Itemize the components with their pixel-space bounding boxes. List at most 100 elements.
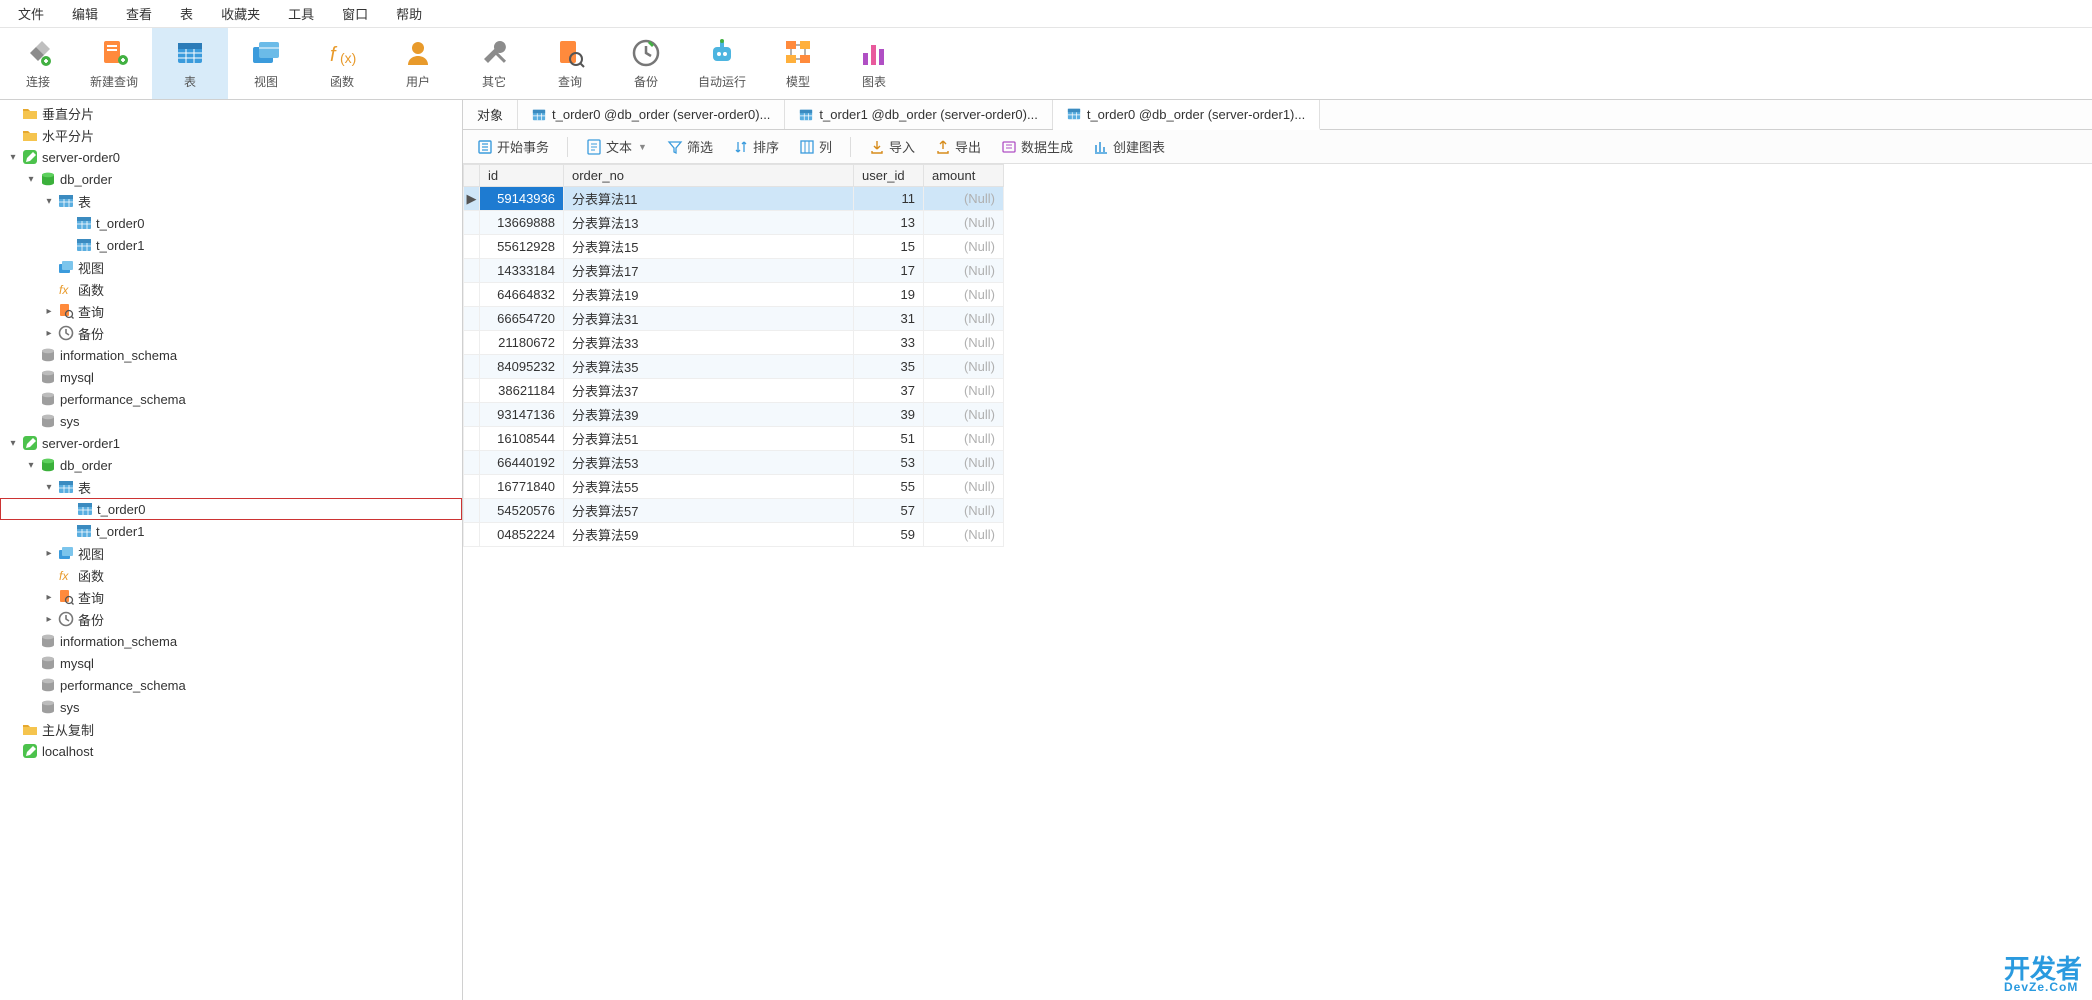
cell[interactable]: 21180672	[480, 331, 564, 355]
cell[interactable]: 59	[854, 523, 924, 547]
expand-icon[interactable]: ▾	[24, 172, 38, 186]
table-row[interactable]: 16108544分表算法5151(Null)	[464, 427, 1004, 451]
cell[interactable]: 54520576	[480, 499, 564, 523]
cell[interactable]: 64664832	[480, 283, 564, 307]
tree-item[interactable]: t_order0	[0, 212, 462, 234]
cell[interactable]: 04852224	[480, 523, 564, 547]
cell[interactable]: 31	[854, 307, 924, 331]
table-row[interactable]: 66654720分表算法3131(Null)	[464, 307, 1004, 331]
cell[interactable]: 16108544	[480, 427, 564, 451]
expand-icon[interactable]: ▾	[6, 436, 20, 450]
cell[interactable]: 15	[854, 235, 924, 259]
tree-item[interactable]: mysql	[0, 652, 462, 674]
tree-item[interactable]: t_order1	[0, 234, 462, 256]
menu-5[interactable]: 工具	[274, 0, 328, 27]
tree-item[interactable]: 主从复制	[0, 718, 462, 740]
cell[interactable]: 93147136	[480, 403, 564, 427]
expand-icon[interactable]: ▾	[24, 458, 38, 472]
tree-item[interactable]: ▾表	[0, 190, 462, 212]
tree-item[interactable]: ▸查询	[0, 300, 462, 322]
tool-query[interactable]: 查询	[532, 28, 608, 99]
cell[interactable]: 57	[854, 499, 924, 523]
cell[interactable]: 分表算法19	[564, 283, 854, 307]
export-button[interactable]: 导出	[929, 135, 987, 158]
tab[interactable]: t_order1 @db_order (server-order0)...	[785, 100, 1052, 129]
cell[interactable]: 35	[854, 355, 924, 379]
cell[interactable]: 13669888	[480, 211, 564, 235]
table-row[interactable]: 38621184分表算法3737(Null)	[464, 379, 1004, 403]
tree-item[interactable]: sys	[0, 410, 462, 432]
menu-3[interactable]: 表	[166, 0, 207, 27]
expand-icon[interactable]: ▾	[42, 480, 56, 494]
cell[interactable]: 11	[854, 187, 924, 211]
expand-icon[interactable]: ▸	[42, 304, 56, 318]
cell[interactable]: 分表算法39	[564, 403, 854, 427]
cell[interactable]: 分表算法13	[564, 211, 854, 235]
table-row[interactable]: 04852224分表算法5959(Null)	[464, 523, 1004, 547]
cell[interactable]: 66654720	[480, 307, 564, 331]
columns-button[interactable]: 列	[793, 135, 838, 158]
cell[interactable]: 分表算法15	[564, 235, 854, 259]
begin-transaction-button[interactable]: 开始事务	[471, 135, 555, 158]
tool-view[interactable]: 视图	[228, 28, 304, 99]
cell[interactable]: 分表算法31	[564, 307, 854, 331]
tree-item[interactable]: ▾db_order	[0, 168, 462, 190]
expand-icon[interactable]: ▸	[42, 326, 56, 340]
cell[interactable]: 分表算法37	[564, 379, 854, 403]
tree-item[interactable]: ▸查询	[0, 586, 462, 608]
cell[interactable]: 分表算法11	[564, 187, 854, 211]
tree-item[interactable]: 垂直分片	[0, 102, 462, 124]
table-row[interactable]: 54520576分表算法5757(Null)	[464, 499, 1004, 523]
tool-auto[interactable]: 自动运行	[684, 28, 760, 99]
cell[interactable]: 17	[854, 259, 924, 283]
tree-item[interactable]: ▾server-order0	[0, 146, 462, 168]
expand-icon[interactable]: ▸	[42, 546, 56, 560]
table-row[interactable]: 21180672分表算法3333(Null)	[464, 331, 1004, 355]
menu-0[interactable]: 文件	[4, 0, 58, 27]
cell[interactable]: 13	[854, 211, 924, 235]
col-header[interactable]: amount	[924, 165, 1004, 187]
cell[interactable]: 分表算法17	[564, 259, 854, 283]
cell[interactable]: (Null)	[924, 235, 1004, 259]
cell[interactable]: 分表算法33	[564, 331, 854, 355]
table-row[interactable]: 64664832分表算法1919(Null)	[464, 283, 1004, 307]
cell[interactable]: (Null)	[924, 283, 1004, 307]
cell[interactable]: (Null)	[924, 499, 1004, 523]
tool-backup[interactable]: 备份	[608, 28, 684, 99]
table-row[interactable]: 16771840分表算法5555(Null)	[464, 475, 1004, 499]
tree-item[interactable]: ▾server-order1	[0, 432, 462, 454]
tool-user[interactable]: 用户	[380, 28, 456, 99]
expand-icon[interactable]: ▾	[6, 150, 20, 164]
tree-item[interactable]: information_schema	[0, 344, 462, 366]
tool-other[interactable]: 其它	[456, 28, 532, 99]
table-row[interactable]: 93147136分表算法3939(Null)	[464, 403, 1004, 427]
cell[interactable]: (Null)	[924, 475, 1004, 499]
create-chart-button[interactable]: 创建图表	[1087, 135, 1171, 158]
cell[interactable]: 14333184	[480, 259, 564, 283]
table-row[interactable]: 13669888分表算法1313(Null)	[464, 211, 1004, 235]
menu-2[interactable]: 查看	[112, 0, 166, 27]
tree-item[interactable]: fx函数	[0, 278, 462, 300]
cell[interactable]: 分表算法51	[564, 427, 854, 451]
tree-item[interactable]: ▸视图	[0, 542, 462, 564]
tree-item[interactable]: information_schema	[0, 630, 462, 652]
menu-6[interactable]: 窗口	[328, 0, 382, 27]
tree-item[interactable]: 水平分片	[0, 124, 462, 146]
cell[interactable]: 66440192	[480, 451, 564, 475]
tree-item[interactable]: sys	[0, 696, 462, 718]
expand-icon[interactable]: ▸	[42, 612, 56, 626]
tab[interactable]: 对象	[463, 100, 518, 129]
cell[interactable]: 39	[854, 403, 924, 427]
tool-chart[interactable]: 图表	[836, 28, 912, 99]
sort-button[interactable]: 排序	[727, 135, 785, 158]
tab[interactable]: t_order0 @db_order (server-order1)...	[1053, 100, 1320, 130]
expand-icon[interactable]: ▾	[42, 194, 56, 208]
text-mode-button[interactable]: 文本▼	[580, 135, 653, 158]
table-row[interactable]: 66440192分表算法5353(Null)	[464, 451, 1004, 475]
cell[interactable]: 分表算法53	[564, 451, 854, 475]
cell[interactable]: (Null)	[924, 427, 1004, 451]
cell[interactable]: 19	[854, 283, 924, 307]
cell[interactable]: 分表算法57	[564, 499, 854, 523]
tool-table[interactable]: 表	[152, 28, 228, 99]
tree-item[interactable]: ▾表	[0, 476, 462, 498]
